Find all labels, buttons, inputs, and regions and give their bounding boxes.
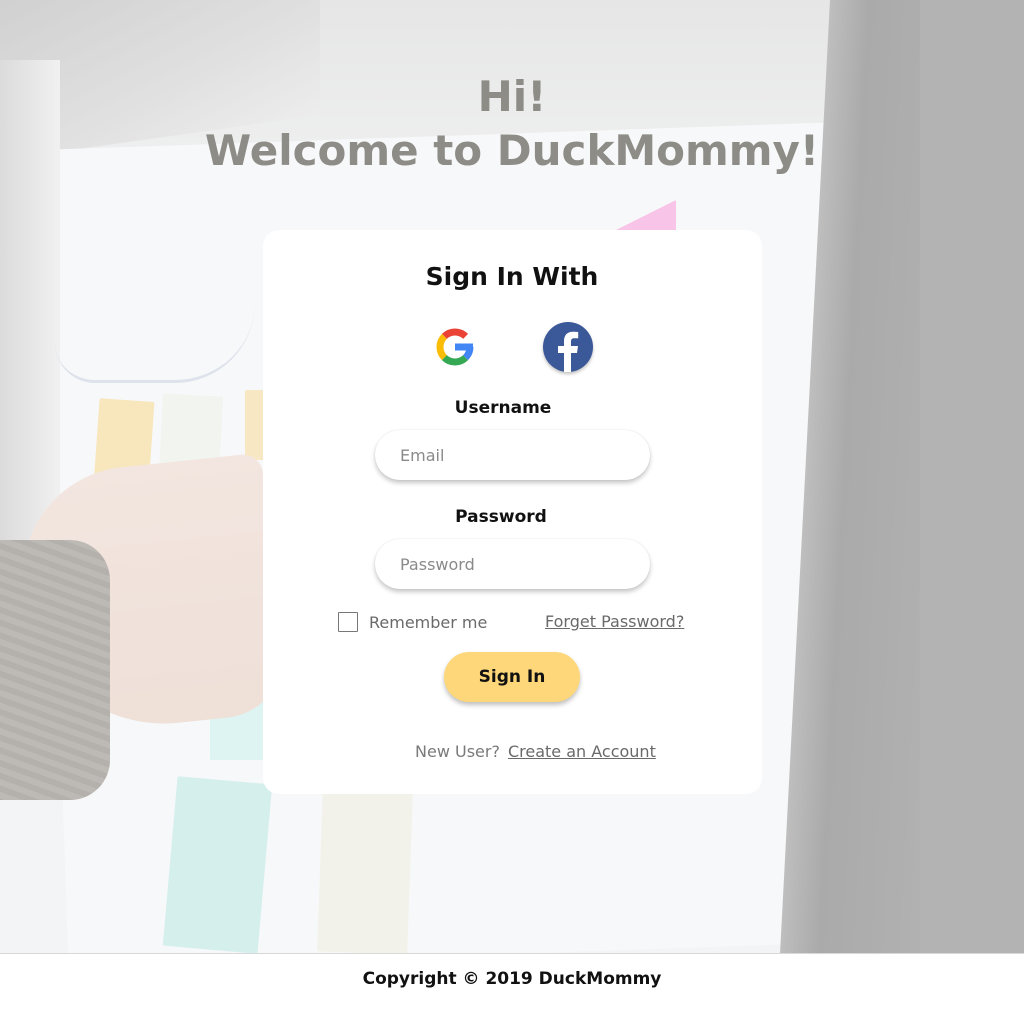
facebook-signin-button[interactable] <box>543 322 593 372</box>
signin-title: Sign In With <box>425 262 599 291</box>
footer-copyright: Copyright © 2019 DuckMommy <box>362 969 662 989</box>
forgot-password-link[interactable]: Forget Password? <box>545 612 684 631</box>
password-label: Password <box>455 507 547 527</box>
email-input[interactable] <box>375 430 650 480</box>
welcome-heading-line1: Hi! <box>477 72 547 121</box>
create-account-link[interactable]: Create an Account <box>508 742 656 761</box>
hero-background: Hi! Welcome to DuckMommy! Sign In With U… <box>0 0 1024 954</box>
new-user-row: New User? Create an Account <box>415 742 656 761</box>
remember-me-checkbox[interactable] <box>338 612 358 632</box>
welcome-heading: Hi! Welcome to DuckMommy! <box>0 70 1024 178</box>
google-icon <box>430 322 480 372</box>
facebook-icon <box>558 331 579 372</box>
welcome-heading-line2: Welcome to DuckMommy! <box>204 126 820 175</box>
remember-me[interactable]: Remember me <box>338 611 487 633</box>
remember-me-label: Remember me <box>369 612 488 632</box>
signin-button[interactable]: Sign In <box>444 652 580 702</box>
new-user-text: New User? <box>415 742 500 761</box>
google-signin-button[interactable] <box>430 322 480 372</box>
password-input[interactable] <box>375 539 650 589</box>
username-label: Username <box>454 398 552 418</box>
